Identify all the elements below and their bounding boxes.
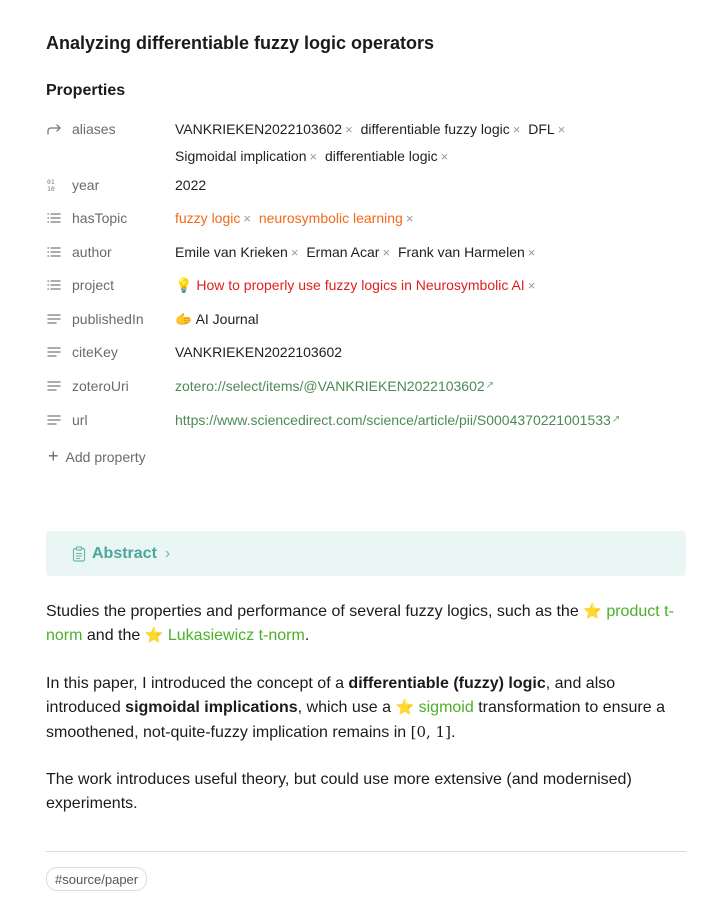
note-title[interactable]: Analyzing differentiable fuzzy logic ope… [46, 33, 434, 54]
property-key-label: year [72, 177, 100, 193]
property-value-citeKey[interactable]: VANKRIEKEN2022103602 [175, 339, 690, 365]
list-icon [46, 277, 62, 293]
alias-pill[interactable]: Sigmoidal implication × [175, 148, 317, 164]
properties-heading[interactable]: Properties [46, 82, 125, 100]
property-value-aliases[interactable]: VANKRIEKEN2022103602 × differentiable fuz… [175, 116, 690, 170]
text-icon [46, 378, 62, 394]
property-key-project[interactable]: project [46, 275, 171, 295]
project-link[interactable]: How to properly use fuzzy logics in Neur… [196, 277, 524, 293]
property-key-zoteroUri[interactable]: zoteroUri [46, 376, 171, 396]
remove-icon[interactable]: × [513, 122, 521, 137]
alias-pill[interactable]: differentiable fuzzy logic × [361, 121, 521, 137]
bold-term: differentiable (fuzzy) logic [348, 675, 546, 692]
property-key-label: project [72, 277, 115, 293]
handshake-icon: 🫱 [175, 311, 193, 327]
property-key-label: author [72, 244, 112, 260]
remove-icon[interactable]: × [441, 149, 449, 164]
url-link[interactable]: https://www.sciencedirect.com/science/ar… [175, 412, 611, 428]
property-key-hasTopic[interactable]: hasTopic [46, 208, 171, 228]
tag-pill[interactable]: #source/paper [46, 867, 148, 891]
journal-name: AI Journal [195, 311, 259, 327]
remove-icon[interactable]: × [310, 149, 318, 164]
property-key-author[interactable]: author [46, 242, 171, 262]
external-link-icon: ↗ [611, 414, 621, 425]
property-key-url[interactable]: url [46, 410, 171, 430]
property-value-author[interactable]: Emile van Krieken × Erman Acar × Frank van… [175, 239, 690, 266]
math-interval: [0, 1] [410, 723, 451, 741]
link-arrow-icon [46, 121, 62, 137]
remove-icon[interactable]: × [528, 278, 536, 293]
author-pill[interactable]: Emile van Krieken × [175, 244, 298, 260]
lightbulb-icon: 💡 [175, 277, 193, 293]
paragraph-contribution: In this paper, I introduced the concept … [46, 675, 665, 741]
external-link-icon: ↗ [485, 380, 495, 391]
remove-icon[interactable]: × [382, 245, 390, 260]
topic-link[interactable]: neurosymbolic learning [259, 210, 403, 226]
property-value-url[interactable]: https://www.sciencedirect.com/science/ar… [175, 407, 690, 433]
property-key-year[interactable]: 01 10 year [46, 175, 171, 195]
number-icon: 01 10 [46, 177, 62, 193]
property-key-citeKey[interactable]: citeKey [46, 342, 171, 362]
remove-icon[interactable]: × [406, 211, 414, 226]
remove-icon[interactable]: × [558, 122, 566, 137]
text-icon [46, 412, 62, 428]
property-key-label: url [72, 412, 88, 428]
remove-icon[interactable]: × [243, 211, 251, 226]
topic-link[interactable]: fuzzy logic [175, 210, 240, 226]
star-icon: ⭐ [583, 603, 602, 620]
list-icon [46, 244, 62, 260]
alias-pill[interactable]: differentiable logic × [325, 148, 448, 164]
paragraph-assessment: The work introduces useful theory, but c… [46, 771, 632, 812]
link-lukasiewicz-t-norm[interactable]: Lukasiewicz t-norm [168, 627, 305, 644]
list-icon [46, 210, 62, 226]
property-key-label: aliases [72, 121, 116, 137]
plus-icon: + [48, 446, 59, 466]
author-pill[interactable]: Frank van Harmelen × [398, 244, 535, 260]
property-value-year[interactable]: 2022 [175, 172, 690, 198]
chevron-right-icon[interactable]: › [165, 545, 170, 563]
remove-icon[interactable]: × [345, 122, 353, 137]
project-pill[interactable]: 💡 How to properly use fuzzy logics in Ne… [175, 277, 535, 293]
paragraph-summary: Studies the properties and performance o… [46, 603, 674, 644]
property-key-label: publishedIn [72, 311, 144, 327]
star-icon: ⭐ [395, 699, 415, 716]
property-value-project[interactable]: 💡 How to properly use fuzzy logics in Ne… [175, 272, 690, 299]
property-key-label: hasTopic [72, 210, 128, 226]
abstract-callout[interactable]: Abstract › [46, 531, 686, 576]
property-value-publishedIn[interactable]: 🫱 AI Journal [175, 306, 690, 332]
bold-term: sigmoidal implications [125, 699, 298, 716]
text-icon [46, 311, 62, 327]
add-property-button[interactable]: + Add property [48, 446, 146, 467]
property-key-label: zoteroUri [72, 378, 129, 394]
callout-title: Abstract [92, 544, 157, 562]
zotero-link[interactable]: zotero://select/items/@VANKRIEKEN2022103… [175, 378, 485, 394]
topic-pill[interactable]: neurosymbolic learning × [259, 210, 414, 226]
alias-pill[interactable]: VANKRIEKEN2022103602 × [175, 121, 353, 137]
text-icon [46, 344, 62, 360]
star-icon: ⭐ [144, 627, 164, 644]
property-value-zoteroUri[interactable]: zotero://select/items/@VANKRIEKEN2022103… [175, 373, 690, 399]
author-pill[interactable]: Erman Acar × [306, 244, 390, 260]
property-value-hasTopic[interactable]: fuzzy logic × neurosymbolic learning × [175, 205, 690, 232]
svg-text:10: 10 [47, 185, 55, 192]
clipboard-icon [72, 545, 86, 562]
divider [46, 851, 686, 852]
property-key-aliases[interactable]: aliases [46, 119, 171, 139]
alias-pill[interactable]: DFL × [528, 121, 565, 137]
link-sigmoid[interactable]: sigmoid [419, 699, 474, 716]
add-property-label: Add property [65, 448, 146, 465]
property-key-publishedIn[interactable]: publishedIn [46, 309, 171, 329]
property-key-label: citeKey [72, 344, 118, 360]
remove-icon[interactable]: × [291, 245, 299, 260]
remove-icon[interactable]: × [528, 245, 536, 260]
topic-pill[interactable]: fuzzy logic × [175, 210, 251, 226]
